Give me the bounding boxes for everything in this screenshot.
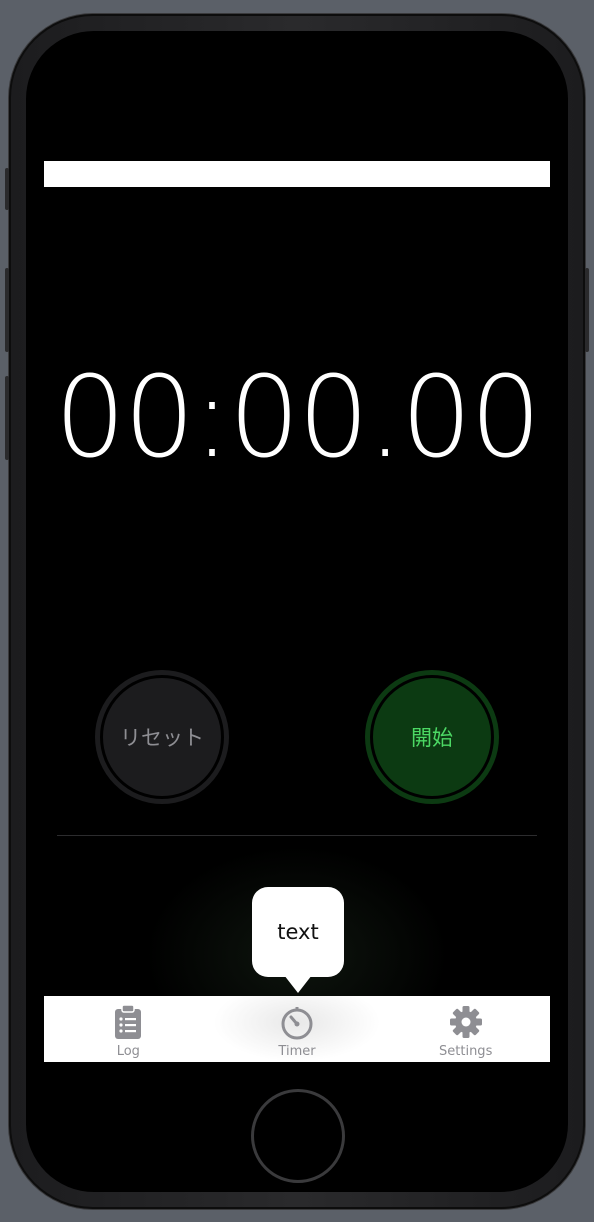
tooltip: text bbox=[252, 887, 344, 993]
tab-timer-label: Timer bbox=[278, 1044, 316, 1059]
tab-log-label: Log bbox=[116, 1044, 140, 1059]
tooltip-text: text bbox=[277, 920, 319, 944]
home-button[interactable] bbox=[251, 1089, 345, 1183]
clipboard-icon bbox=[115, 1004, 142, 1039]
start-button-label: 開始 bbox=[411, 726, 453, 750]
volume-up-button bbox=[5, 268, 9, 352]
tab-settings-label: Settings bbox=[439, 1044, 493, 1059]
tab-log[interactable]: Log bbox=[44, 996, 213, 1062]
mute-switch bbox=[5, 168, 9, 210]
volume-down-button bbox=[5, 376, 9, 460]
start-button[interactable]: 開始 bbox=[365, 670, 499, 804]
app-screen: 00:00.00 リセット 開始 Log Timer Settings text bbox=[44, 70, 550, 1062]
reset-button[interactable]: リセット bbox=[95, 670, 229, 804]
divider bbox=[57, 835, 537, 836]
reset-button-label: リセット bbox=[120, 726, 204, 750]
timer-display: 00:00.00 bbox=[54, 353, 542, 483]
top-banner bbox=[44, 161, 550, 187]
tab-bar: Log Timer Settings bbox=[44, 996, 550, 1062]
stopwatch-icon bbox=[281, 1007, 313, 1040]
gear-icon bbox=[449, 1006, 482, 1038]
power-button bbox=[585, 268, 589, 352]
tab-timer[interactable]: Timer bbox=[212, 996, 382, 1062]
tab-settings[interactable]: Settings bbox=[381, 996, 550, 1062]
